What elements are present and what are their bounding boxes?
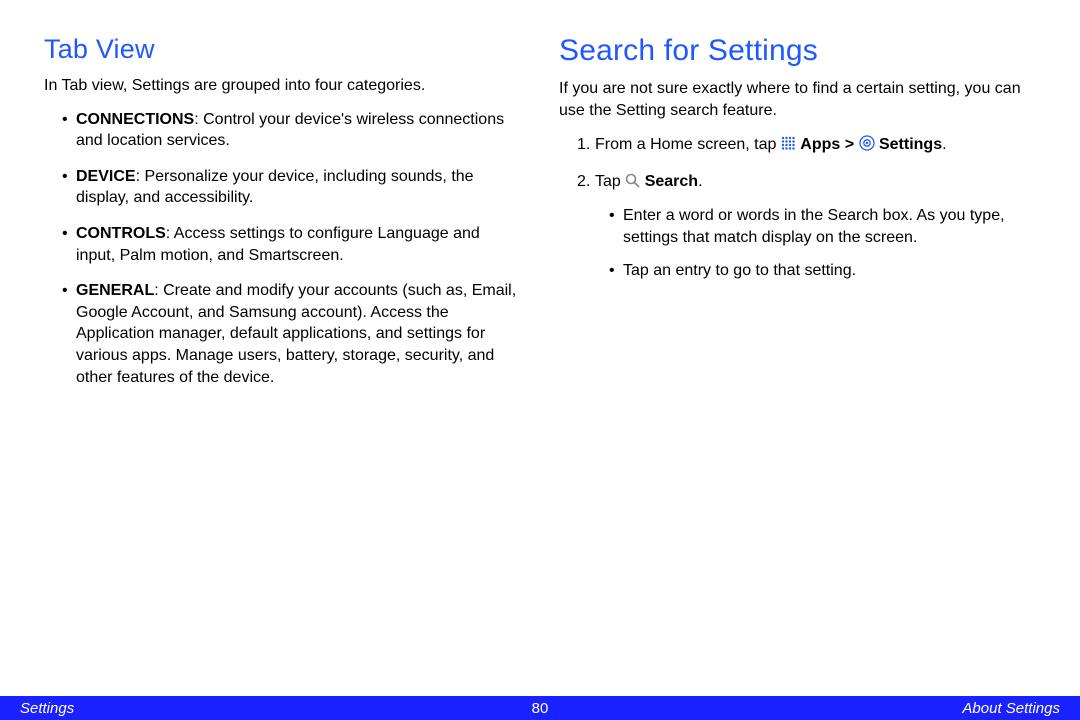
- step-post: .: [698, 173, 702, 190]
- list-item: Enter a word or words in the Search box.…: [609, 205, 1036, 250]
- sub-list: Enter a word or words in the Search box.…: [595, 205, 1036, 282]
- intro-text: In Tab view, Settings are grouped into f…: [44, 75, 521, 97]
- page-number: 80: [532, 700, 549, 717]
- heading-search-settings: Search for Settings: [559, 34, 1036, 68]
- list-item: GENERAL: Create and modify your accounts…: [62, 280, 521, 388]
- search-icon: [625, 172, 640, 197]
- step-item: From a Home screen, tap Apps >: [577, 133, 1036, 160]
- category-name: CONNECTIONS: [76, 111, 194, 128]
- apps-grid-icon: [781, 135, 796, 160]
- list-item: DEVICE: Personalize your device, includi…: [62, 166, 521, 209]
- list-item: Tap an entry to go to that setting.: [609, 260, 1036, 282]
- step-text: From a Home screen, tap: [595, 136, 781, 153]
- settings-label: Settings: [879, 136, 942, 153]
- footer-left: Settings: [20, 700, 74, 717]
- settings-gear-icon: [859, 135, 875, 160]
- category-desc: : Personalize your device, including sou…: [76, 168, 474, 207]
- category-name: DEVICE: [76, 168, 136, 185]
- intro-text: If you are not sure exactly where to fin…: [559, 78, 1036, 121]
- page-footer: Settings 80 About Settings: [0, 696, 1080, 720]
- footer-right: About Settings: [962, 700, 1060, 717]
- steps-list: From a Home screen, tap Apps >: [559, 133, 1036, 282]
- step-item: Tap Search. Enter a word or words in the…: [577, 170, 1036, 282]
- heading-tab-view: Tab View: [44, 34, 521, 65]
- category-name: CONTROLS: [76, 225, 166, 242]
- step-text: Tap: [595, 173, 625, 190]
- apps-label: Apps: [800, 136, 840, 153]
- category-list: CONNECTIONS: Control your device's wirel…: [44, 109, 521, 389]
- list-item: CONTROLS: Access settings to configure L…: [62, 223, 521, 266]
- list-item: CONNECTIONS: Control your device's wirel…: [62, 109, 521, 152]
- right-column: Search for Settings If you are not sure …: [559, 34, 1036, 402]
- search-label: Search: [645, 173, 698, 190]
- step-post: .: [942, 136, 946, 153]
- separator: >: [840, 136, 858, 153]
- document-page: Tab View In Tab view, Settings are group…: [0, 0, 1080, 720]
- content-columns: Tab View In Tab view, Settings are group…: [0, 0, 1080, 402]
- category-name: GENERAL: [76, 282, 154, 299]
- left-column: Tab View In Tab view, Settings are group…: [44, 34, 521, 402]
